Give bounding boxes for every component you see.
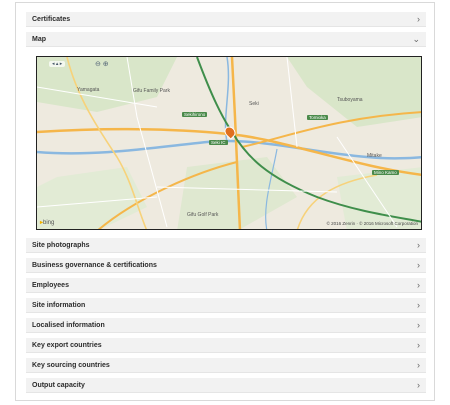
section-label: Key export countries [32,341,102,349]
section-label: Output capacity [32,381,85,389]
map-place-label: Seki [249,101,259,107]
section-label: Localised information [32,321,105,329]
section-label: Site photographs [32,241,90,249]
map-place-label: Mitake [367,153,382,159]
map-view[interactable]: ◂ ▴ ▸ ⊖ ⊕ Yamagata Gifu Family Park Seki… [36,56,422,230]
section-employees[interactable]: Employees › [26,278,426,293]
bing-logo: ▸bing [40,220,55,226]
map-place-label: Gifu Family Park [133,88,170,94]
section-label: Key sourcing countries [32,361,110,369]
section-business-governance[interactable]: Business governance & certifications › [26,258,426,273]
road-label: Sekihirono [182,112,208,117]
map-zoom-control[interactable]: ⊖ ⊕ [95,60,109,68]
map-pan-control[interactable]: ◂ ▴ ▸ [49,61,66,67]
map-canvas [37,57,421,229]
section-key-export-countries[interactable]: Key export countries › [26,338,426,353]
map-place-label: Tsuboyama [337,97,363,103]
section-label: Map [32,35,46,43]
section-label: Certificates [32,15,71,23]
chevron-right-icon: › [417,280,420,290]
chevron-down-icon: ⌄ [412,33,420,44]
section-label: Employees [32,281,69,289]
chevron-right-icon: › [417,360,420,370]
chevron-right-icon: › [417,340,420,350]
chevron-right-icon: › [417,380,420,390]
section-site-photographs[interactable]: Site photographs › [26,238,426,253]
section-localised-information[interactable]: Localised information › [26,318,426,333]
map-place-label: Gifu Golf Park [187,212,219,218]
section-map[interactable]: Map ⌄ [26,32,426,47]
chevron-right-icon: › [417,300,420,310]
chevron-right-icon: › [417,260,420,270]
section-output-capacity[interactable]: Output capacity › [26,378,426,393]
road-label: Tomioka [307,115,328,120]
section-key-sourcing-countries[interactable]: Key sourcing countries › [26,358,426,373]
chevron-right-icon: › [417,320,420,330]
section-label: Site information [32,301,86,309]
map-copyright: © 2016 Zenrin · © 2016 Microsoft Corpora… [326,221,418,226]
road-label: Mino Kamo [372,170,399,175]
section-label: Business governance & certifications [32,261,157,269]
section-site-information[interactable]: Site information › [26,298,426,313]
chevron-right-icon: › [417,240,420,250]
road-label: Seki IC [209,140,228,145]
supplier-profile-panel: Certificates › Map ⌄ ◂ ▴ ▸ ⊖ ⊕ Yamagata … [15,2,435,401]
map-place-label: Yamagata [77,87,100,93]
chevron-right-icon: › [417,14,420,24]
section-certificates[interactable]: Certificates › [26,12,426,27]
